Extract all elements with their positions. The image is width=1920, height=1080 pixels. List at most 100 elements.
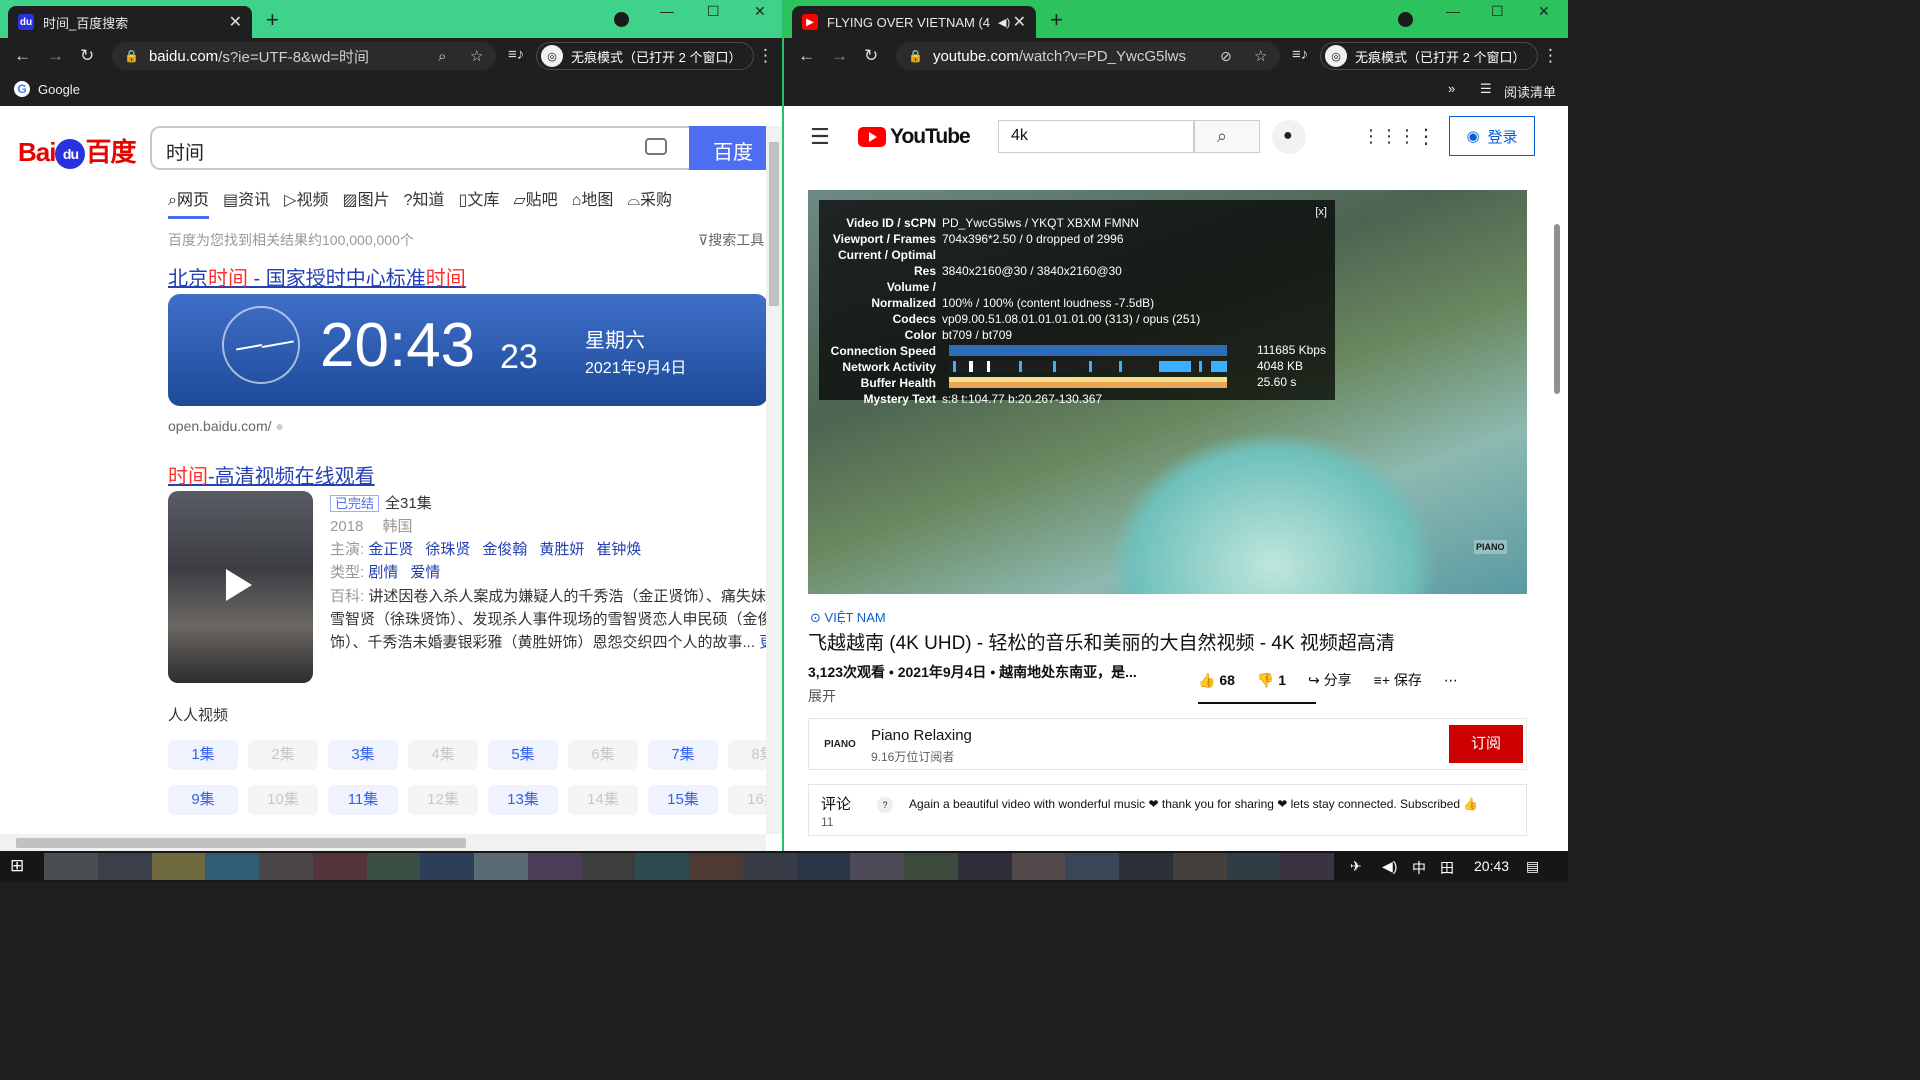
episode-button[interactable]: 6集 bbox=[568, 740, 638, 770]
apps-grid-icon[interactable]: ⋮⋮⋮ bbox=[1362, 126, 1416, 147]
result-title-link[interactable]: 时间-高清视频在线观看 bbox=[168, 460, 375, 489]
address-bar[interactable]: 🔒 baidu.com/s?ie=UTF-8&wd=时间 ⌕ ☆ bbox=[112, 42, 496, 70]
tab-images[interactable]: ▨图片 bbox=[342, 186, 389, 219]
cast-link[interactable]: 崔钟焕 bbox=[596, 541, 641, 558]
genre-link[interactable]: 剧情 bbox=[368, 564, 398, 581]
bookmark-google[interactable]: Google bbox=[38, 82, 80, 97]
channel-avatar[interactable]: PIANO bbox=[823, 728, 857, 762]
address-bar[interactable]: 🔒 youtube.com/watch?v=PD_YwcG5lws ⊘ ☆ bbox=[896, 42, 1280, 70]
cast-link[interactable]: 金俊翰 bbox=[482, 541, 527, 558]
more-actions-icon[interactable]: ⋯ bbox=[1444, 672, 1458, 689]
close-window-button[interactable]: ✕ bbox=[1538, 3, 1550, 20]
search-button[interactable]: ⌕ bbox=[1194, 120, 1260, 153]
episode-button[interactable]: 4集 bbox=[408, 740, 478, 770]
maximize-button[interactable]: ☐ bbox=[1491, 3, 1504, 20]
episode-button[interactable]: 10集 bbox=[248, 785, 318, 815]
search-input[interactable]: 时间 bbox=[150, 126, 690, 170]
vertical-scrollbar[interactable] bbox=[766, 126, 782, 834]
bookmark-star-icon[interactable]: ☆ bbox=[1254, 47, 1267, 65]
location-tag[interactable]: ⊙ VIỆT NAM bbox=[810, 610, 886, 626]
new-tab-button[interactable]: + bbox=[266, 8, 279, 32]
windows-start-icon[interactable]: ⊞ bbox=[10, 856, 24, 876]
episode-button[interactable]: 3集 bbox=[328, 740, 398, 770]
search-tools[interactable]: ⊽搜索工具 bbox=[698, 230, 764, 250]
back-button[interactable]: ← bbox=[798, 46, 815, 66]
result-title-link[interactable]: 北京时间 - 国家授时中心标准时间 bbox=[168, 262, 466, 291]
media-control-icon[interactable]: ≡♪ bbox=[508, 46, 524, 63]
ime-indicator[interactable]: 中 bbox=[1412, 858, 1426, 878]
cast-link[interactable]: 黄胜妍 bbox=[539, 541, 584, 558]
forward-button[interactable]: → bbox=[831, 46, 848, 66]
episode-button[interactable]: 7集 bbox=[648, 740, 718, 770]
close-window-button[interactable]: ✕ bbox=[754, 3, 766, 20]
incognito-badge[interactable]: ◎ 无痕模式（已打开 2 个窗口） bbox=[1320, 42, 1539, 70]
bookmark-star-icon[interactable]: ☆ bbox=[470, 47, 483, 65]
episode-button[interactable]: 5集 bbox=[488, 740, 558, 770]
save-button[interactable]: ≡+ 保存 bbox=[1374, 670, 1422, 690]
voice-search-button[interactable]: ● bbox=[1272, 120, 1306, 154]
drama-poster[interactable] bbox=[168, 491, 313, 683]
zoom-icon[interactable]: ⌕ bbox=[438, 48, 446, 65]
vertical-scrollbar[interactable] bbox=[1554, 224, 1560, 394]
camera-icon[interactable] bbox=[645, 138, 667, 155]
maximize-button[interactable]: ☐ bbox=[707, 3, 720, 20]
menu-icon[interactable]: ⋮ bbox=[1542, 46, 1559, 66]
tab-search-button[interactable] bbox=[614, 12, 629, 27]
episode-button[interactable]: 15集 bbox=[648, 785, 718, 815]
reading-list-icon[interactable]: ☰ bbox=[1480, 81, 1492, 97]
dislike-button[interactable]: 👎 1 bbox=[1257, 672, 1286, 689]
genre-link[interactable]: 爱情 bbox=[410, 564, 440, 581]
settings-menu-icon[interactable]: ⋮ bbox=[1416, 124, 1436, 149]
close-tab-icon[interactable]: ✕ bbox=[1013, 12, 1026, 32]
youtube-logo[interactable]: YouTube bbox=[858, 125, 971, 149]
cast-link[interactable]: 徐珠贤 bbox=[425, 541, 470, 558]
media-control-icon[interactable]: ≡♪ bbox=[1292, 46, 1308, 63]
episode-button[interactable]: 1集 bbox=[168, 740, 238, 770]
close-tab-icon[interactable]: ✕ bbox=[229, 12, 242, 32]
channel-watermark[interactable]: PIANO bbox=[1474, 540, 1507, 554]
tracking-blocked-icon[interactable]: ⊘ bbox=[1220, 48, 1232, 65]
horizontal-scrollbar[interactable] bbox=[0, 834, 766, 851]
tab-purchase[interactable]: ⌓采购 bbox=[627, 186, 672, 219]
tab-video[interactable]: ▷视频 bbox=[284, 186, 328, 219]
ime-grid-icon[interactable]: 田 bbox=[1440, 858, 1454, 878]
reload-button[interactable]: ↻ bbox=[80, 46, 94, 66]
tab-news[interactable]: ▤资讯 bbox=[223, 186, 270, 219]
episode-button[interactable]: 13集 bbox=[488, 785, 558, 815]
tab-zhidao[interactable]: ?知道 bbox=[404, 186, 445, 219]
back-button[interactable]: ← bbox=[14, 46, 31, 66]
search-input[interactable]: 4k bbox=[998, 120, 1194, 153]
notification-icon[interactable]: ▤ bbox=[1526, 858, 1539, 875]
volume-icon[interactable]: ◀) bbox=[1382, 858, 1397, 875]
minimize-button[interactable]: — bbox=[660, 3, 674, 19]
comments-teaser[interactable]: 评论 11 ? Again a beautiful video with won… bbox=[808, 784, 1527, 836]
tab-map[interactable]: ⌂地图 bbox=[572, 186, 614, 219]
episode-button[interactable]: 14集 bbox=[568, 785, 638, 815]
like-button[interactable]: 👍 68 bbox=[1198, 672, 1235, 689]
episode-button[interactable]: 2集 bbox=[248, 740, 318, 770]
result-source[interactable]: open.baidu.com/ ● bbox=[168, 418, 284, 434]
tab-web[interactable]: ⌕网页 bbox=[168, 186, 209, 219]
menu-icon[interactable]: ⋮ bbox=[757, 46, 774, 66]
incognito-badge[interactable]: ◎ 无痕模式（已打开 2 个窗口） bbox=[536, 42, 755, 70]
video-player[interactable]: [x] Video ID / sCPN PD_YwcG5lws / YKQT XB… bbox=[808, 190, 1527, 594]
hamburger-menu-icon[interactable]: ☰ bbox=[810, 124, 830, 150]
more-bookmarks-icon[interactable]: » bbox=[1448, 81, 1455, 96]
forward-button[interactable]: → bbox=[47, 46, 64, 66]
airplane-mode-icon[interactable]: ✈ bbox=[1350, 858, 1362, 875]
minimize-button[interactable]: — bbox=[1446, 3, 1460, 19]
tab-search-button[interactable] bbox=[1398, 12, 1413, 27]
tab-baidu[interactable]: du 时间_百度搜索 ✕ bbox=[8, 6, 252, 38]
baidu-logo[interactable]: Bai du 百度 bbox=[18, 132, 136, 170]
reading-list-label[interactable]: 阅读清单 bbox=[1504, 82, 1556, 101]
new-tab-button[interactable]: + bbox=[1050, 8, 1063, 32]
share-button[interactable]: ↪ 分享 bbox=[1308, 670, 1352, 690]
episode-button[interactable]: 11集 bbox=[328, 785, 398, 815]
tab-youtube[interactable]: ▶ FLYING OVER VIETNAM (4 ◀) ✕ bbox=[792, 6, 1036, 38]
sign-in-button[interactable]: ◉ 登录 bbox=[1449, 116, 1535, 156]
reload-button[interactable]: ↻ bbox=[864, 46, 878, 66]
expand-description[interactable]: 展开 bbox=[808, 686, 836, 706]
subscribe-button[interactable]: 订阅 bbox=[1449, 725, 1523, 763]
tab-tieba[interactable]: ▱贴吧 bbox=[513, 186, 557, 219]
channel-name[interactable]: Piano Relaxing bbox=[871, 727, 972, 744]
